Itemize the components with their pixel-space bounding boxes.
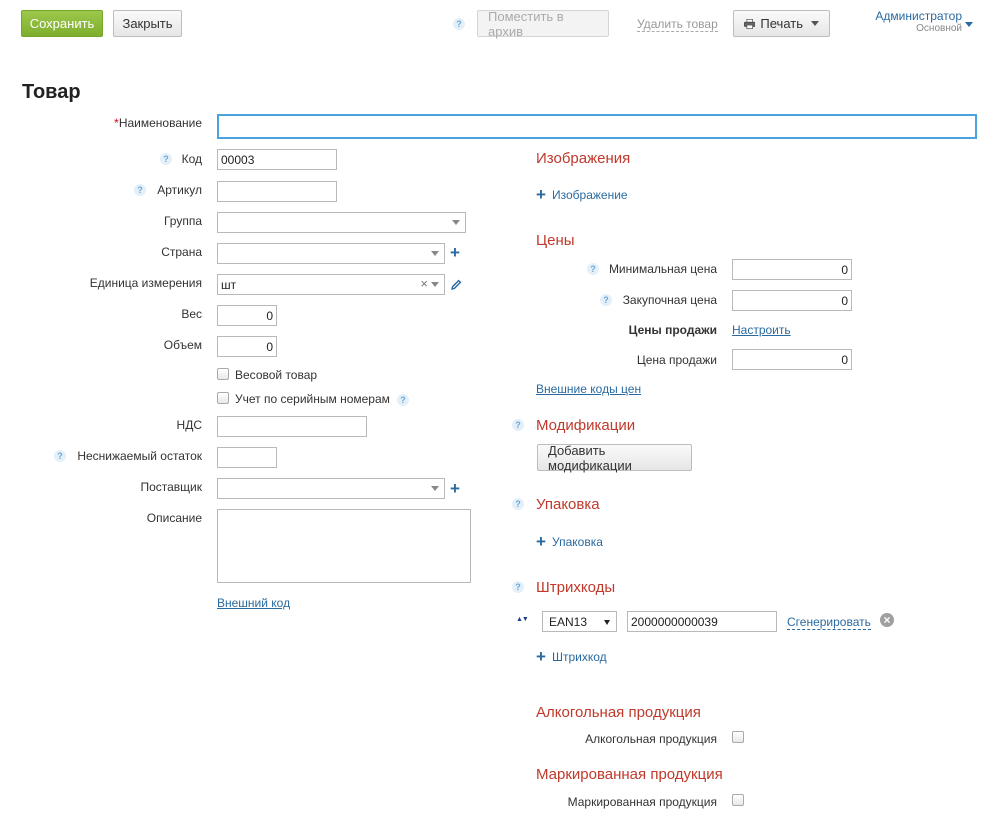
close-button[interactable]: Закрыть [113,10,182,37]
description-label: Описание [146,511,202,525]
volume-label: Объем [163,338,202,352]
add-barcode-link[interactable]: Штрихкод [552,650,607,664]
chevron-down-icon [604,620,610,625]
min-price-input[interactable]: 0 [732,259,852,280]
name-label-text: Наименование [118,116,202,130]
serial-checkbox[interactable] [217,392,229,404]
barcode-type-select[interactable]: EAN13 [542,611,617,632]
chevron-down-icon [431,486,439,491]
alcohol-checkbox[interactable] [732,731,744,743]
images-section-title: Изображения [536,150,631,167]
add-modifications-button[interactable]: Добавить модификации [537,443,692,473]
country-label: Страна [161,245,202,259]
user-role: Основной [916,23,962,34]
group-label: Группа [163,214,202,228]
add-image-link[interactable]: Изображение [552,188,628,202]
archive-help-icon[interactable]: ? [453,18,465,30]
purchase-price-input[interactable]: 0 [732,290,852,311]
delete-product-link[interactable]: Удалить товар [637,17,718,32]
alcohol-section-title: Алкогольная продукция [536,704,701,721]
configure-prices-link[interactable]: Настроить [732,323,791,337]
weighted-label: Весовой товар [235,368,318,382]
description-textarea[interactable] [217,509,471,583]
clear-icon[interactable]: × [420,276,428,291]
add-packaging-link[interactable]: Упаковка [552,535,603,549]
purchase-price-help-icon[interactable]: ? [600,294,612,306]
print-label: Печать [760,16,803,31]
supplier-label: Поставщик [140,480,202,494]
weight-label: Вес [181,307,202,321]
chevron-down-icon [431,251,439,256]
add-packaging-plus-icon[interactable]: + [536,533,546,550]
weighted-checkbox[interactable] [217,368,229,380]
user-menu[interactable]: Администратор Основной [862,9,962,34]
sale-prices-label: Цены продажи [628,323,717,337]
add-image-plus-icon[interactable]: + [536,186,546,203]
prices-section-title: Цены [536,232,575,249]
code-help-icon[interactable]: ? [160,153,172,165]
unit-value: шт [221,277,237,292]
name-input[interactable] [217,114,977,139]
marked-checkbox[interactable] [732,794,744,806]
weight-input[interactable]: 0 [217,305,277,326]
sale-price-input[interactable]: 0 [732,349,852,370]
alcohol-label: Алкогольная продукция [585,732,717,746]
add-country-plus-icon[interactable]: + [450,244,460,261]
unit-select[interactable]: шт × [217,274,445,295]
supplier-select[interactable] [217,478,445,499]
min-balance-label: Неснижаемый остаток [77,449,202,463]
chevron-down-icon [452,220,460,225]
serial-label: Учет по серийным номерам [235,392,390,406]
printer-icon [744,18,756,29]
article-input[interactable] [217,181,337,202]
unit-label: Единица измерения [89,276,202,290]
page-title: Товар [22,81,81,103]
purchase-price-label: Закупочная цена [622,293,717,307]
user-name: Администратор [875,9,962,23]
user-chevron-down-icon[interactable] [965,22,973,27]
chevron-down-icon [431,282,439,287]
generate-barcode-link[interactable]: Сгенерировать [787,615,871,630]
barcode-type-value: EAN13 [549,614,588,629]
archive-button[interactable]: Поместить в архив [477,9,609,39]
packaging-help-icon[interactable]: ? [512,498,524,510]
article-label: Артикул [157,183,202,197]
add-supplier-plus-icon[interactable]: + [450,480,460,497]
chevron-down-icon [811,21,819,26]
serial-help-icon[interactable]: ? [397,394,409,406]
vat-label: НДС [176,418,202,432]
code-input[interactable]: 00003 [217,149,337,170]
packaging-section-title: Упаковка [536,496,600,513]
marked-section-title: Маркированная продукция [536,766,723,783]
modifications-help-icon[interactable]: ? [512,419,524,431]
country-select[interactable] [217,243,445,264]
article-help-icon[interactable]: ? [134,184,146,196]
code-label: Код [181,152,202,166]
print-button[interactable]: Печать [733,10,830,37]
add-barcode-plus-icon[interactable]: + [536,648,546,665]
external-price-codes-link[interactable]: Внешние коды цен [536,382,641,396]
external-code-link[interactable]: Внешний код [217,596,290,610]
sale-price-label: Цена продажи [636,353,717,367]
vat-input[interactable] [217,416,367,437]
min-balance-input[interactable] [217,447,277,468]
modifications-section-title: Модификации [536,417,636,434]
barcodes-help-icon[interactable]: ? [512,581,524,593]
barcode-input[interactable]: 2000000000039 [627,611,777,632]
name-label: *Наименование [114,116,202,130]
min-balance-help-icon[interactable]: ? [54,450,66,462]
save-button[interactable]: Сохранить [21,10,103,37]
remove-barcode-close-icon[interactable]: × [880,613,894,627]
min-price-label: Минимальная цена [608,262,717,276]
group-select[interactable] [217,212,466,233]
marked-label: Маркированная продукция [567,795,717,809]
edit-pencil-icon[interactable] [450,279,462,291]
volume-input[interactable]: 0 [217,336,277,357]
barcodes-section-title: Штрихкоды [536,579,616,596]
min-price-help-icon[interactable]: ? [587,263,599,275]
sort-arrows-icon[interactable]: ▲▼ [516,616,529,623]
